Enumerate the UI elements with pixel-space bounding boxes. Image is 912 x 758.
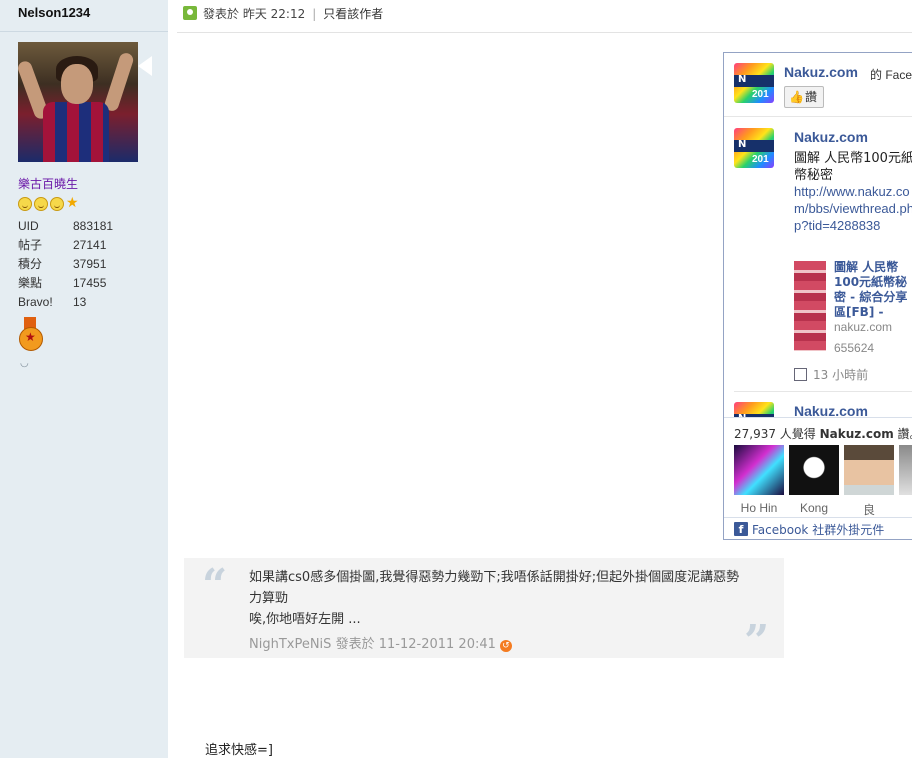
- quote-meta: NighTxPeNiS 發表於 11-12-2011 20:41 ↺: [249, 633, 512, 652]
- user-group-title[interactable]: 樂古百曉生: [18, 175, 78, 192]
- post-text: 圖解 人民幣100元紙幣秘密: [794, 151, 912, 183]
- post-bubble-tail: [138, 56, 152, 76]
- go-to-post-icon[interactable]: ↺: [499, 640, 512, 652]
- stat-row-bravo: Bravo! 13: [18, 295, 87, 309]
- post-link[interactable]: http://www.nakuz.com/bbs/viewthread.php?…: [794, 183, 912, 234]
- attachment-title[interactable]: 圖解 人民幣100元紙幣秘密 - 綜合分享區[FB] -: [834, 260, 912, 320]
- attachment-domain: nakuz.com: [834, 320, 893, 334]
- stat-row-credits: 積分 37951: [18, 257, 107, 271]
- fan-avatar[interactable]: [789, 445, 839, 495]
- fb-page-name[interactable]: Nakuz.com: [784, 64, 858, 80]
- quote-line: 唉,你地唔好左開 ...: [249, 612, 361, 627]
- online-status-icon: [183, 6, 197, 20]
- author-sidebar: Nelson1234 樂古百曉生 ★ UID 883181 帖子 27141 積分 3…: [0, 0, 168, 758]
- post-time: 13 小時前: [794, 366, 868, 383]
- rss-icon[interactable]: ◡: [20, 359, 30, 369]
- fans-section: 27,937 人覺得 Nakuz.com 讚。 Ho Hin Kong 良 f …: [724, 417, 912, 539]
- avatar[interactable]: [18, 42, 138, 162]
- thumbs-up-icon: 👍: [789, 90, 804, 104]
- stat-row-posts: 帖子 27141: [18, 238, 107, 252]
- rank-stars: ★: [18, 195, 79, 213]
- reply-text: 追求快感=]: [205, 743, 273, 758]
- sidebar-divider: [0, 31, 168, 32]
- fb-plugin-link[interactable]: Facebook 社群外掛元件: [752, 521, 884, 538]
- posted-label: 發表於: [203, 7, 240, 21]
- fb-divider: [724, 116, 912, 117]
- facebook-like-box: 201 Nakuz.com 的 Facebook 👍讚 201 Nakuz.co…: [723, 52, 912, 540]
- page-logo[interactable]: 201: [734, 63, 774, 103]
- stat-row-uid: UID 883181: [18, 219, 114, 233]
- post-author-name[interactable]: Nakuz.com: [794, 129, 868, 145]
- fan-name[interactable]: 良: [844, 501, 894, 518]
- fan-avatar[interactable]: [899, 445, 912, 495]
- user-stats: UID 883181 帖子 27141 積分 37951 樂點 17455 Bravo!…: [18, 217, 113, 312]
- attachment-count: 655624: [834, 341, 875, 355]
- fb-footer: f Facebook 社群外掛元件: [724, 517, 912, 539]
- quote-text: 如果講cs0感多個掛圖,我覺得惡勢力幾勁下;我唔係話開掛好;但起外掛個國度泥講惡…: [249, 567, 749, 630]
- quote-line: 如果講cs0感多個掛圖,我覺得惡勢力幾勁下;我唔係話開掛好;但起外掛個國度泥講惡…: [249, 570, 740, 606]
- quote-author: NighTxPeNiS: [249, 637, 332, 652]
- fan-name[interactable]: Kong: [789, 501, 839, 515]
- like-button[interactable]: 👍讚: [784, 86, 824, 108]
- post-header: 發表於 昨天 22:12 | 只看該作者: [183, 5, 383, 23]
- smiley-icon: [50, 197, 64, 211]
- fan-avatar[interactable]: [844, 445, 894, 495]
- open-quote-icon: “: [202, 560, 228, 611]
- header-separator: |: [312, 7, 317, 21]
- fan-name[interactable]: Ho Hin: [734, 501, 784, 515]
- fb-page-suffix: 的 Facebook: [870, 68, 912, 82]
- facebook-icon: f: [734, 522, 748, 536]
- quote-block: “ 如果講cs0感多個掛圖,我覺得惡勢力幾勁下;我唔係話開掛好;但起外掛個國度泥…: [184, 558, 784, 667]
- share-icon[interactable]: [794, 368, 807, 381]
- smiley-icon: [34, 197, 48, 211]
- fb-divider: [734, 391, 912, 392]
- smiley-icon: [18, 197, 32, 211]
- close-quote-icon: ”: [744, 616, 770, 667]
- quote-time: 11-12-2011 20:41: [378, 637, 496, 652]
- star-icon: ★: [66, 195, 79, 211]
- medal-icon[interactable]: [18, 317, 43, 353]
- post-author-logo[interactable]: 201: [734, 128, 774, 168]
- fans-count: 27,937 人覺得 Nakuz.com 讚。: [734, 427, 912, 441]
- stat-row-points: 樂點 17455: [18, 276, 107, 290]
- only-author-link[interactable]: 只看該作者: [323, 7, 383, 21]
- fan-avatar[interactable]: [734, 445, 784, 495]
- attachment-thumbnail[interactable]: [794, 261, 826, 351]
- header-divider: [177, 32, 912, 33]
- author-username[interactable]: Nelson1234: [18, 5, 90, 20]
- post-time: 昨天 22:12: [242, 7, 306, 21]
